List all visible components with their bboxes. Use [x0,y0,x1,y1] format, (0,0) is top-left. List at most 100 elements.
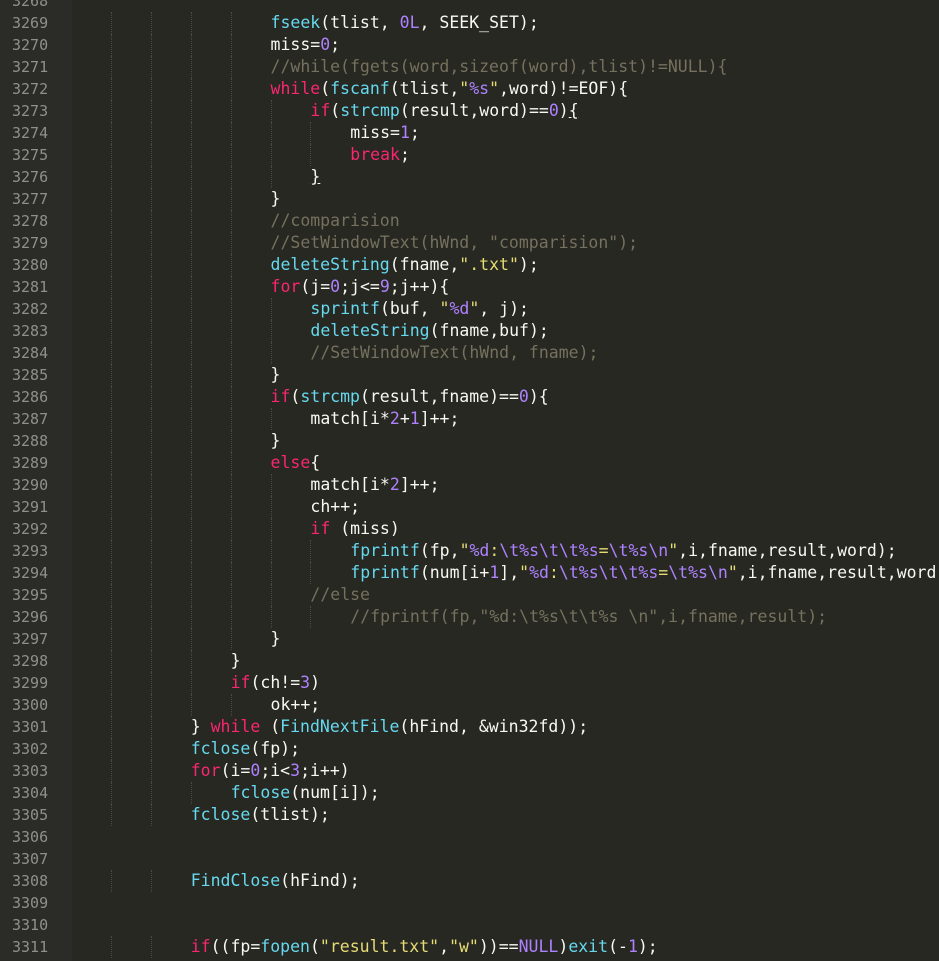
code-line[interactable]: 3300 ok++; [0,694,939,716]
code-line[interactable]: 3270 miss=0; [0,34,939,56]
code-line[interactable]: 3287 match[i*2+1]++; [0,408,939,430]
indent-guide [111,540,112,562]
code-line[interactable]: 3269 fseek(tlist, 0L, SEEK_SET); [0,12,939,34]
code-line[interactable]: 3307 [0,848,939,870]
indent-guide [111,496,112,518]
line-number: 3307 [12,850,49,868]
indent-guide [230,408,232,430]
code-line[interactable]: 3282 sprintf(buf, "%d", j); [0,298,939,320]
code-line[interactable]: 3290 match[i*2]++; [0,474,939,496]
code-line[interactable]: 3304 fclose(num[i]); [0,782,939,804]
code-token: fprintf [350,541,420,560]
code-token: miss= [350,123,400,142]
code-line[interactable]: 3288} [0,430,939,452]
code-token: ))== [478,937,519,956]
line-number: 3296 [12,608,49,626]
code-token: (result,word)== [399,101,549,120]
indent-guide [230,122,232,144]
code-line[interactable]: 3274 miss=1; [0,122,939,144]
code-line[interactable]: 3296 //fprintf(fp,"%d:\t%s\t\t%s \n",i,fn… [0,606,939,628]
code-editor[interactable]: 3268 3269 fseek(tlist, 0L, SEEK_SET); 3270 m… [0,0,939,961]
code-line[interactable]: 3309 [0,892,939,914]
indent-guide [230,298,232,320]
line-number: 3274 [12,124,49,142]
code-token: 3 [290,761,301,780]
indent-guide [111,672,112,694]
indent-guide [310,606,312,628]
code-line[interactable]: 3283 deleteString(fname,buf); [0,320,939,342]
code-line[interactable]: 3285} [0,364,939,386]
indent-guide [150,342,152,364]
code-line[interactable]: 3272 while(fscanf(tlist,"%s",word)!=EOF){ [0,78,939,100]
indent-guide [270,562,272,584]
code-line[interactable]: 3277} [0,188,939,210]
code-token: 2 [389,475,400,494]
code-token: ;j<= [340,277,380,296]
code-text: fseek(tlist, 0L, SEEK_SET); [271,12,539,34]
code-line[interactable]: 3298} [0,650,939,672]
indent-guide [310,144,312,166]
code-line[interactable]: 3275 break; [0,144,939,166]
indent-guide [230,210,232,232]
indent-guide [230,144,232,166]
code-token: " [519,563,530,582]
code-line[interactable]: 3310 [0,914,939,936]
code-line[interactable]: 3311 if((fp=fopen("result.txt","w"))==NUL… [0,936,939,958]
indent-guide [230,166,232,188]
code-line[interactable]: 3268 [0,0,939,12]
indent-guide [190,782,192,804]
code-text: for(i=0;i<3;i++) [191,760,350,782]
code-line[interactable]: 3303 for(i=0;i<3;i++) [0,760,939,782]
code-line[interactable]: 3301} while (FindNextFile(hFind, &win32f… [0,716,939,738]
indent-guide [111,716,112,738]
code-text: deleteString(fname,buf); [310,320,548,342]
indent-guide [150,540,152,562]
code-token: NULL [518,937,559,956]
code-line[interactable]: 3276} [0,166,939,188]
code-line[interactable]: 3292 if (miss) [0,518,939,540]
code-token: 1 [399,123,410,142]
line-number: 3287 [12,410,49,428]
code-line[interactable]: 3302 fclose(fp); [0,738,939,760]
code-line[interactable]: 3294 fprintf(num[i+1],"%d:\t%s\t\t%s=\t%s… [0,562,939,584]
code-line[interactable]: 3273 if(strcmp(result,word)==0){ [0,100,939,122]
indent-guide [111,562,112,584]
code-line[interactable]: 3306 [0,826,939,848]
code-token: else [270,453,311,472]
indent-guide [270,606,272,628]
code-token: (hFind); [280,871,360,890]
code-line[interactable]: 3271 //while(fgets(word,sizeof(word),tlis… [0,56,939,78]
code-line[interactable]: 3279 //SetWindowText(hWnd, "comparision")… [0,232,939,254]
code-line[interactable]: 3280 deleteString(fname,".txt"); [0,254,939,276]
code-line[interactable]: 3305 fclose(tlist); [0,804,939,826]
line-number: 3301 [12,718,49,736]
indent-guide [230,34,232,56]
indent-guide [150,144,152,166]
code-line[interactable]: 3289 else{ [0,452,939,474]
line-number: 3294 [12,564,49,582]
code-line[interactable]: 3299 if(ch!=3) [0,672,939,694]
code-line[interactable]: 3284 //SetWindowText(hWnd, fname); [0,342,939,364]
code-line[interactable]: 3308 FindClose(hFind); [0,870,939,892]
line-number: 3289 [12,454,49,472]
code-token: 0 [250,761,261,780]
code-line[interactable]: 3286 if(strcmp(result,fname)==0){ [0,386,939,408]
code-line[interactable]: 3297} [0,628,939,650]
indent-guide [111,364,112,386]
indent-guide [111,122,112,144]
code-line[interactable]: 3291 ch++; [0,496,939,518]
code-token: } [270,189,281,208]
code-line[interactable]: 3281 for(j=0;j<=9;j++){ [0,276,939,298]
code-token: } [270,431,281,450]
code-line[interactable]: 3295 //else [0,584,939,606]
indent-guide [111,628,112,650]
line-number: 3268 [12,0,49,10]
code-token: ( [320,79,331,98]
indent-guide [190,474,192,496]
code-line[interactable]: 3293 fprintf(fp,"%d:\t%s\t\t%s=\t%s\n",i,… [0,540,939,562]
indent-guide [230,452,232,474]
indent-guide [150,760,152,782]
code-token: for [270,277,301,296]
code-line[interactable]: 3278 //comparision [0,210,939,232]
indent-guide [230,100,232,122]
